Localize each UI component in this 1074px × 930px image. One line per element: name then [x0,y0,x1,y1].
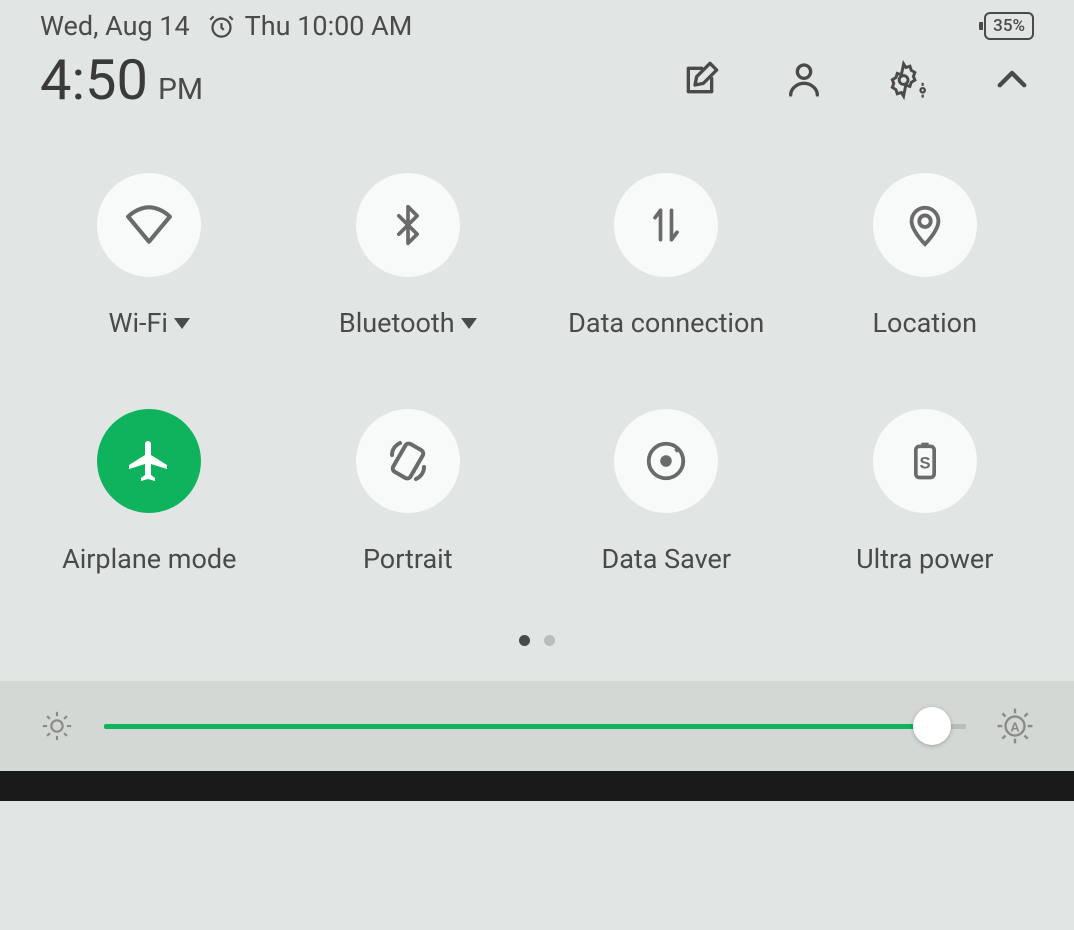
portrait-icon [384,437,432,485]
location-icon [902,202,948,248]
brightness-slider[interactable] [104,706,966,746]
chevron-down-icon [174,318,190,329]
tile-portrait[interactable]: Portrait [279,409,538,575]
slider-thumb[interactable] [913,707,951,745]
tile-label: Data Saver [601,543,731,575]
chevron-up-icon [991,59,1033,101]
page-indicator [0,605,1074,681]
battery-indicator: 35% [984,12,1034,40]
bluetooth-icon [386,203,430,247]
tile-data-saver[interactable]: Data Saver [537,409,796,575]
alarm-icon [208,13,235,40]
tile-wifi[interactable]: Wi-Fi [20,173,279,339]
svg-text:S: S [919,454,930,472]
date-text: Wed, Aug 14 [40,10,190,42]
status-bar: Wed, Aug 14 Thu 10:00 AM 35% [0,0,1074,42]
brightness-bar: A [0,681,1074,771]
tile-bluetooth[interactable]: Bluetooth [279,173,538,339]
tile-label: Portrait [363,543,453,575]
data-icon [644,203,688,247]
tile-label: Ultra power [856,543,993,575]
clock: 4:50 PM [40,47,203,113]
tile-label: Wi-Fi [109,307,168,339]
time-value: 4:50 [40,47,148,113]
edit-button[interactable] [678,58,722,102]
bottom-background [0,771,1074,801]
data-saver-icon [643,438,689,484]
tile-label: Data connection [568,307,764,339]
wifi-icon [124,200,174,250]
tile-location[interactable]: Location [796,173,1055,339]
tile-airplane-mode[interactable]: Airplane mode [20,409,279,575]
svg-text:A: A [1010,721,1019,735]
auto-brightness-icon[interactable]: A [996,707,1034,745]
alarm-indicator: Thu 10:00 AM [208,10,413,42]
person-icon [784,60,824,100]
gear-icon [886,60,930,100]
page-dot-active [519,635,530,646]
tile-label: Location [873,307,977,339]
collapse-button[interactable] [990,58,1034,102]
quick-settings-grid: Wi-Fi Bluetooth [0,123,1074,605]
tile-label: Bluetooth [339,307,455,339]
page-dot-inactive [544,635,555,646]
edit-icon [680,60,720,100]
tile-data-connection[interactable]: Data connection [537,173,796,339]
time-ampm: PM [158,72,203,107]
alarm-time: Thu 10:00 AM [245,10,413,42]
ultra-power-icon: S [903,439,947,483]
tile-ultra-power[interactable]: S Ultra power [796,409,1055,575]
airplane-icon [125,437,173,485]
brightness-low-icon [40,709,74,743]
settings-button[interactable] [886,58,930,102]
chevron-down-icon [461,318,477,329]
profile-button[interactable] [782,58,826,102]
tile-label: Airplane mode [62,543,236,575]
